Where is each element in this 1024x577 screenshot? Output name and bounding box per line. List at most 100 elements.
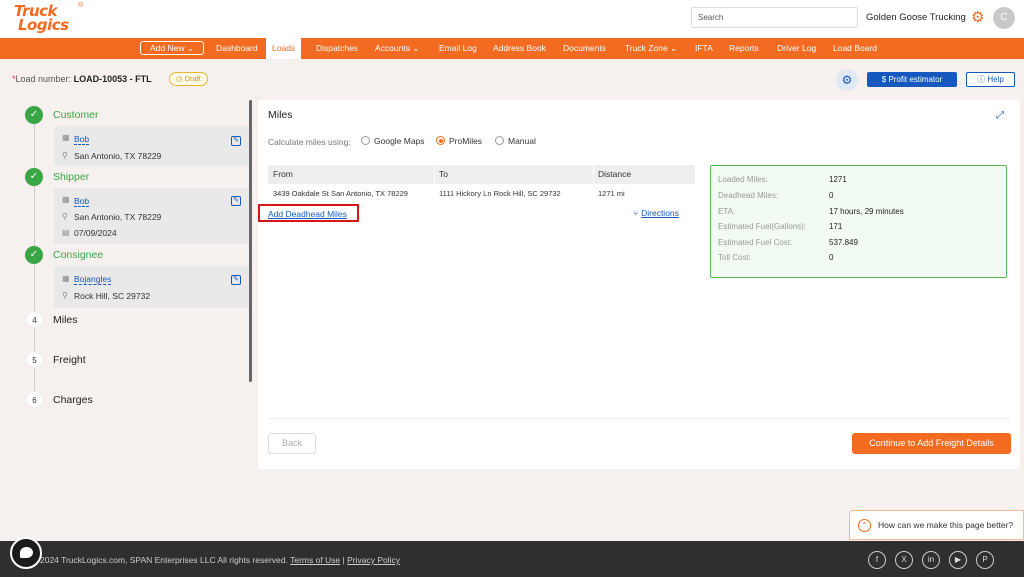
load-number: *Load number: LOAD-10053 - FTL bbox=[12, 74, 152, 84]
copyright: 2024 TruckLogics.com, SPAN Enterprises L… bbox=[40, 555, 400, 565]
gear-icon: ⚙ bbox=[841, 73, 853, 87]
question-icon: ⓘ bbox=[977, 75, 986, 84]
summary-value: 0 bbox=[829, 253, 834, 262]
nav-dispatches[interactable]: Dispatches bbox=[316, 38, 358, 59]
nav-ifta[interactable]: IFTA bbox=[695, 38, 713, 59]
radio-dot bbox=[361, 136, 370, 145]
location-pin-icon: ⚲ bbox=[62, 151, 68, 160]
radio-google-maps[interactable]: Google Maps bbox=[361, 136, 425, 148]
gear-icon[interactable]: ⚙ bbox=[971, 10, 986, 25]
summary-label: Loaded Miles: bbox=[718, 175, 768, 184]
consignee-card: ▦ Bojangles ⚲ Rock Hill, SC 29732 ✎ bbox=[54, 266, 249, 308]
company-name[interactable]: Golden Goose Trucking bbox=[866, 12, 966, 23]
check-icon: ✓ bbox=[25, 246, 43, 264]
edit-icon[interactable]: ✎ bbox=[231, 196, 241, 206]
step-freight[interactable]: Freight bbox=[53, 354, 86, 366]
consignee-name-link[interactable]: Bojangles bbox=[74, 274, 112, 285]
search-input[interactable] bbox=[691, 7, 858, 28]
summary-value: 1271 bbox=[829, 175, 847, 184]
check-icon: ✓ bbox=[25, 106, 43, 124]
facebook-icon[interactable]: f bbox=[868, 551, 886, 569]
back-button[interactable]: Back bbox=[268, 433, 316, 454]
linkedin-icon[interactable]: in bbox=[922, 551, 940, 569]
consignee-address: Rock Hill, SC 29732 bbox=[74, 291, 151, 301]
summary-row: Loaded Miles: 1271 bbox=[718, 175, 998, 189]
nav-accounts[interactable]: Accounts ⌄ bbox=[375, 38, 419, 59]
chat-bubble-icon[interactable] bbox=[10, 537, 42, 569]
radio-dot bbox=[495, 136, 504, 145]
check-icon: ✓ bbox=[25, 168, 43, 186]
summary-row: ETA: 17 hours, 29 minutes bbox=[718, 207, 998, 221]
nav-reports[interactable]: Reports bbox=[729, 38, 759, 59]
help-button[interactable]: ⓘ Help bbox=[966, 72, 1015, 87]
main-nav: Add New ⌄ Dashboard Loads Dispatches Acc… bbox=[0, 38, 1024, 59]
status-badge: ◷ Draft bbox=[169, 72, 208, 86]
nav-load-board[interactable]: Load Board bbox=[833, 38, 877, 59]
nav-address-book[interactable]: Address Book bbox=[493, 38, 546, 59]
customer-card: ▦ Bob ⚲ San Antonio, TX 78229 ✎ bbox=[54, 126, 249, 166]
nav-driver-log[interactable]: Driver Log bbox=[777, 38, 816, 59]
feedback-text: How can we make this page better? bbox=[878, 520, 1014, 530]
building-icon: ▦ bbox=[62, 274, 70, 283]
customer-address: San Antonio, TX 78229 bbox=[74, 151, 162, 161]
step-connector bbox=[34, 124, 35, 170]
radio-label: Google Maps bbox=[374, 136, 425, 146]
avatar[interactable]: C bbox=[993, 7, 1015, 29]
profit-estimator-button[interactable]: $ Profit estimator bbox=[867, 72, 957, 87]
chevron-up-icon: ⌃ bbox=[858, 519, 871, 532]
summary-label: Estimated Fuel Cost: bbox=[718, 238, 793, 247]
trucklogics-logo[interactable]: Truck Logics ® bbox=[12, 2, 84, 36]
building-icon: ▦ bbox=[62, 195, 70, 204]
radio-manual[interactable]: Manual bbox=[495, 136, 536, 148]
footer-divider: | bbox=[342, 555, 345, 565]
nav-email-log[interactable]: Email Log bbox=[439, 38, 477, 59]
cell-from: 3439 Oakdale St San Antonio, TX 78229 bbox=[273, 189, 408, 198]
dollar-icon: $ bbox=[881, 75, 887, 84]
sidebar-scrollbar[interactable] bbox=[249, 100, 252, 382]
nav-loads[interactable]: Loads bbox=[266, 38, 302, 59]
nav-dashboard[interactable]: Dashboard bbox=[216, 38, 258, 59]
shipper-address: San Antonio, TX 78229 bbox=[74, 212, 162, 222]
col-to: To bbox=[439, 169, 448, 179]
add-deadhead-label: Add Deadhead Miles bbox=[268, 209, 347, 219]
x-icon[interactable]: X bbox=[895, 551, 913, 569]
radio-promiles[interactable]: ProMiles bbox=[436, 136, 482, 148]
pinterest-icon[interactable]: P bbox=[976, 551, 994, 569]
summary-value: 17 hours, 29 minutes bbox=[829, 207, 904, 216]
load-settings-button[interactable]: ⚙ bbox=[836, 69, 858, 91]
privacy-link[interactable]: Privacy Policy bbox=[347, 555, 400, 565]
miles-summary-box: Loaded Miles: 1271 Deadhead Miles: 0 ETA: 1… bbox=[710, 165, 1007, 278]
calc-label: Calculate miles using: bbox=[268, 137, 351, 147]
summary-row: Deadhead Miles: 0 bbox=[718, 191, 998, 205]
summary-row: Toll Cost: 0 bbox=[718, 253, 998, 267]
step-consignee[interactable]: Consignee bbox=[53, 249, 103, 261]
nav-documents[interactable]: Documents bbox=[563, 38, 606, 59]
shipper-name-link[interactable]: Bob bbox=[74, 196, 90, 207]
edit-icon[interactable]: ✎ bbox=[231, 275, 241, 285]
customer-name-link[interactable]: Bob bbox=[74, 134, 90, 145]
radio-label: ProMiles bbox=[449, 136, 483, 146]
shipper-date: 07/09/2024 bbox=[74, 228, 117, 238]
summary-row: Estimated Fuel Cost: 537.849 bbox=[718, 238, 998, 252]
directions-link[interactable]: ⑂ Directions bbox=[633, 208, 679, 218]
step-charges[interactable]: Charges bbox=[53, 394, 93, 406]
step-number-charges: 6 bbox=[26, 391, 43, 408]
copyright-text: 2024 TruckLogics.com, SPAN Enterprises L… bbox=[40, 555, 288, 565]
summary-label: ETA: bbox=[718, 207, 736, 216]
nav-truck-zone[interactable]: Truck Zone ⌄ bbox=[625, 38, 677, 59]
add-new-button[interactable]: Add New ⌄ bbox=[140, 41, 204, 55]
step-customer[interactable]: Customer bbox=[53, 109, 99, 121]
edit-icon[interactable]: ✎ bbox=[231, 136, 241, 146]
feedback-widget[interactable]: ⌃ How can we make this page better? bbox=[849, 510, 1024, 540]
continue-button[interactable]: Continue to Add Freight Details bbox=[852, 433, 1011, 454]
radio-label: Manual bbox=[508, 136, 536, 146]
directions-icon: ⑂ bbox=[633, 208, 639, 218]
expand-icon[interactable]: ⤢ bbox=[996, 110, 1004, 121]
terms-link[interactable]: Terms of Use bbox=[290, 555, 340, 565]
top-bar: Truck Logics ® Golden Goose Trucking ⚙ C bbox=[0, 0, 1024, 38]
youtube-icon[interactable]: ▶ bbox=[949, 551, 967, 569]
col-divider bbox=[593, 165, 594, 184]
add-deadhead-miles-link[interactable]: Add Deadhead Miles bbox=[258, 204, 359, 222]
step-shipper[interactable]: Shipper bbox=[53, 171, 89, 183]
step-miles[interactable]: Miles bbox=[53, 314, 78, 326]
